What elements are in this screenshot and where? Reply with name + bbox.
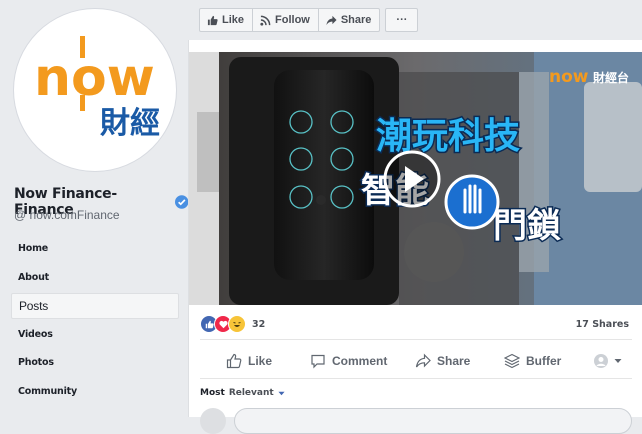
comment-sort-selector[interactable]: Most Relevant	[200, 388, 285, 398]
reaction-count: 32	[252, 318, 266, 330]
commenter-avatar	[200, 408, 226, 434]
page-like-label: Like	[222, 14, 245, 26]
post-share-label: Share	[437, 354, 471, 368]
share-count[interactable]: 17 Shares	[576, 319, 629, 330]
video-watermark-now: now	[549, 67, 589, 87]
sort-value: Relevant	[228, 388, 274, 398]
logo-finance-text: 財經	[100, 106, 160, 141]
nav-item-posts[interactable]: Posts	[11, 293, 179, 319]
share-arrow-outline-icon	[415, 353, 431, 368]
more-options-button[interactable]: ···	[385, 8, 419, 32]
sort-chevron-down-icon	[278, 391, 285, 395]
post-buffer-label: Buffer	[526, 354, 562, 368]
page-handle[interactable]: @ now.comFinance	[14, 208, 120, 222]
now-finance-logo: now 財經	[34, 36, 160, 141]
post-buffer-button[interactable]: Buffer	[504, 353, 561, 369]
post-comment-label: Comment	[332, 354, 388, 368]
page-like-button[interactable]: Like	[199, 8, 254, 32]
rss-follow-icon	[260, 15, 271, 26]
reactions-divider	[200, 339, 632, 340]
verified-badge-icon	[174, 195, 188, 209]
user-avatar-icon	[594, 354, 608, 368]
post-as-selector[interactable]	[594, 354, 628, 368]
page-follow-label: Follow	[275, 14, 310, 26]
post-actions: Like Comment Share Buffer	[200, 347, 630, 375]
nav-item-videos[interactable]: Videos	[11, 322, 179, 348]
nav-item-home[interactable]: Home	[11, 236, 179, 262]
chevron-down-icon	[614, 359, 622, 363]
post-comment-button[interactable]: Comment	[310, 353, 387, 369]
thumbs-up-outline-icon	[226, 353, 242, 369]
haha-reaction-icon	[228, 315, 246, 333]
post-card: 潮玩科技 智能 門鎖 now 財經台 32 17 Shares	[188, 40, 642, 434]
comment-composer	[200, 408, 632, 434]
logo-now-text: now	[34, 48, 155, 108]
page-profile-picture[interactable]: now 財經	[14, 9, 176, 171]
video-watermark-cn: 財經台	[592, 70, 629, 85]
post-like-label: Like	[248, 354, 273, 368]
nav-item-community[interactable]: Community	[11, 379, 179, 405]
comment-input[interactable]	[234, 408, 632, 434]
page-share-button[interactable]: Share	[317, 8, 381, 32]
page-nav: Home About Posts Videos Photos Community	[11, 236, 179, 407]
nav-item-photos[interactable]: Photos	[11, 350, 179, 376]
page-sidebar: now 財經 Now Finance-Finance @ now.comFina…	[0, 0, 188, 417]
page-share-label: Share	[340, 14, 372, 26]
post-share-button[interactable]: Share	[415, 353, 470, 369]
comment-bubble-icon	[311, 354, 325, 369]
page-follow-button[interactable]: Follow	[252, 8, 319, 32]
buffer-stack-icon	[504, 353, 520, 369]
share-arrow-icon	[326, 15, 337, 25]
thumbs-up-icon	[207, 15, 218, 25]
video-player[interactable]: 潮玩科技 智能 門鎖 now 財經台	[189, 52, 642, 305]
page-action-bar: Like Follow Share ···	[199, 8, 419, 32]
nav-item-about[interactable]: About	[11, 265, 179, 291]
actions-divider	[200, 378, 632, 379]
sort-prefix: Most	[200, 388, 225, 398]
post-like-button[interactable]: Like	[226, 353, 272, 369]
play-button-icon[interactable]	[382, 149, 442, 209]
video-title-line2-right: 門鎖	[493, 206, 561, 246]
reactions-summary[interactable]: 32	[200, 315, 265, 333]
